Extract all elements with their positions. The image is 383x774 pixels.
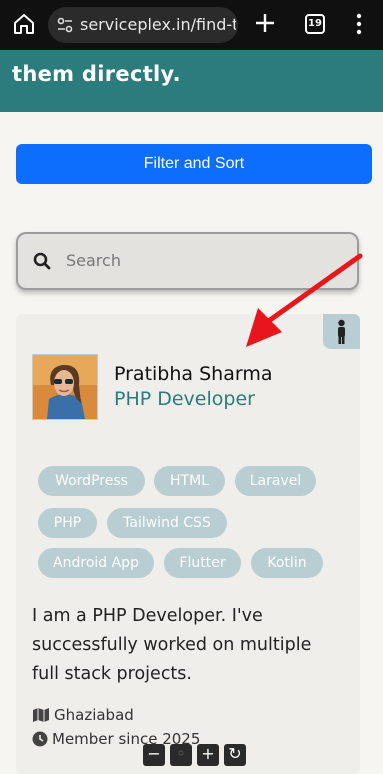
- map-icon: [33, 708, 49, 722]
- skill-tag: Android App: [38, 548, 154, 578]
- zoom-reset-button[interactable]: ◦: [170, 744, 192, 766]
- profile-name[interactable]: Pratibha Sharma: [114, 363, 272, 385]
- hero-banner: them directly.: [0, 50, 383, 112]
- site-settings-icon[interactable]: [56, 16, 74, 34]
- profile-role: PHP Developer: [114, 388, 255, 410]
- clock-icon: [32, 731, 48, 747]
- skill-tag: PHP: [38, 508, 97, 538]
- avatar: [32, 354, 98, 420]
- zoom-in-button[interactable]: +: [197, 744, 219, 766]
- search-icon: [33, 252, 51, 270]
- hero-text: them directly.: [12, 62, 181, 86]
- skill-tag: Flutter: [164, 548, 241, 578]
- skill-tag: WordPress: [38, 466, 145, 496]
- refresh-button[interactable]: ↻: [224, 744, 246, 766]
- location-row: Ghaziabad: [32, 706, 134, 724]
- zoom-out-button[interactable]: −: [143, 744, 165, 766]
- plus-icon[interactable]: [254, 12, 276, 34]
- address-bar[interactable]: serviceplex.in/find-ta: [48, 7, 238, 43]
- skill-tag: Kotlin: [251, 548, 323, 578]
- skill-tag: HTML: [154, 466, 225, 496]
- skill-tag: Tailwind CSS: [107, 508, 227, 538]
- tabs-icon[interactable]: 19: [305, 14, 325, 34]
- location-text: Ghaziabad: [54, 706, 134, 724]
- browser-toolbar: serviceplex.in/find-ta 19: [0, 0, 383, 50]
- annotation-arrow: [246, 253, 363, 347]
- filter-and-sort-button[interactable]: Filter and Sort: [16, 144, 372, 184]
- profile-bio: I am a PHP Developer. I've successfully …: [32, 606, 312, 684]
- url-text: serviceplex.in/find-ta: [80, 15, 236, 34]
- search-placeholder: Search: [66, 251, 121, 270]
- home-icon[interactable]: [12, 12, 36, 36]
- menu-icon[interactable]: [356, 13, 362, 35]
- skill-tag: Laravel: [235, 466, 316, 496]
